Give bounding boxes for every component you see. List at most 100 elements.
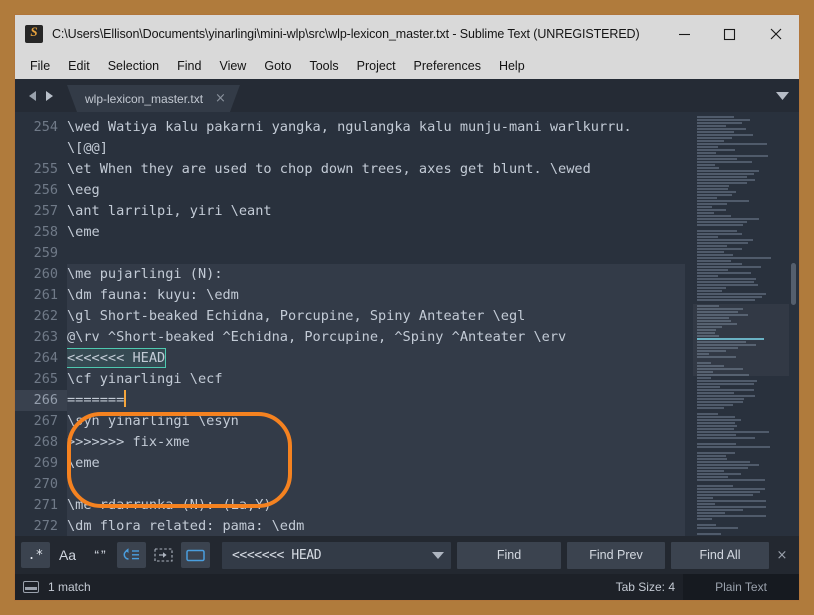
tab-bar: wlp-lexicon_master.txt × [15, 79, 799, 112]
quote-icon: “ ” [94, 547, 105, 563]
find-input-container[interactable] [222, 541, 451, 569]
highlight-results-toggle[interactable] [181, 542, 210, 568]
minimize-button[interactable] [662, 15, 707, 53]
arrow-left-icon[interactable] [28, 90, 39, 102]
syntax-label[interactable]: Plain Text [683, 574, 799, 600]
in-selection-toggle[interactable] [149, 542, 178, 568]
tab-label: wlp-lexicon_master.txt [85, 91, 204, 106]
minimap-line [697, 452, 736, 454]
menu-item-find[interactable]: Find [168, 57, 210, 76]
minimap[interactable] [693, 112, 789, 536]
minimap-line [697, 518, 712, 520]
close-find-bar-icon[interactable]: × [771, 548, 793, 563]
maximize-button[interactable] [707, 15, 752, 53]
minimap-line [697, 419, 742, 421]
title-bar: C:\Users\Ellison\Documents\yinarlingi\mi… [15, 15, 799, 53]
case-icon: Aa [58, 547, 77, 563]
find-input[interactable] [222, 547, 425, 563]
minimap-line [697, 242, 749, 244]
whole-word-toggle[interactable]: “ ” [85, 542, 114, 568]
minimap-line [697, 443, 736, 445]
menu-item-edit[interactable]: Edit [59, 57, 99, 76]
minimap-line [697, 431, 770, 433]
minimap-line [697, 155, 769, 157]
menu-item-view[interactable]: View [210, 57, 255, 76]
minimap-line [697, 137, 732, 139]
code-content[interactable]: \wed Watiya kalu pakarni yangka, ngulang… [67, 112, 799, 536]
menu-item-selection[interactable]: Selection [99, 57, 168, 76]
find-prev-button[interactable]: Find Prev [567, 541, 665, 569]
menu-item-tools[interactable]: Tools [300, 57, 347, 76]
tab-close-icon[interactable]: × [215, 92, 226, 105]
minimap-line [697, 437, 755, 439]
minimap-line [697, 458, 728, 460]
code-line: \me rdarrunka (N): (La,Y) [67, 497, 272, 513]
find-history-chevron-down-icon[interactable] [425, 542, 451, 569]
minimap-line [697, 362, 712, 364]
minimap-line [697, 170, 760, 172]
minimap-line [697, 500, 767, 502]
minimap-line [697, 512, 725, 514]
line-number: 267 [33, 413, 58, 429]
minimap-line [697, 134, 753, 136]
menu-item-goto[interactable]: Goto [255, 57, 300, 76]
minimap-line [697, 149, 736, 151]
line-number: 265 [33, 371, 58, 387]
line-number: 270 [33, 476, 58, 492]
editor-area[interactable]: 254 255 256 257 258 259 260 261 262 263 … [15, 112, 799, 536]
menu-item-file[interactable]: File [21, 57, 59, 76]
minimap-line [697, 422, 735, 424]
status-bar: 1 match Tab Size: 4 Plain Text [15, 574, 799, 600]
chevron-down-icon[interactable] [776, 87, 789, 105]
minimap-line [697, 380, 757, 382]
minimap-line [697, 338, 765, 340]
minimap-line [697, 326, 722, 328]
panel-icon[interactable] [23, 581, 39, 593]
minimap-line [697, 293, 767, 295]
regex-toggle[interactable]: .* [21, 542, 50, 568]
minimap-line [697, 533, 721, 535]
code-line: \ant larrilpi, yiri \eant [67, 203, 272, 219]
wrap-toggle[interactable] [117, 542, 146, 568]
arrow-right-icon[interactable] [43, 90, 54, 102]
minimap-line [697, 245, 727, 247]
minimap-line [697, 206, 712, 208]
scrollbar-thumb[interactable] [791, 263, 796, 305]
minimap-line [697, 272, 751, 274]
minimap-line [697, 158, 737, 160]
minimap-line [697, 128, 747, 130]
minimap-line [697, 308, 743, 310]
minimap-line [697, 383, 754, 385]
minimap-line [697, 506, 766, 508]
tab-size-label[interactable]: Tab Size: 4 [616, 580, 675, 594]
minimap-line [697, 278, 756, 280]
code-line: \wed Watiya kalu pakarni yangka, ngulang… [67, 119, 632, 135]
menu-item-preferences[interactable]: Preferences [405, 57, 490, 76]
minimap-line [697, 503, 716, 505]
tab-wlp-lexicon-master[interactable]: wlp-lexicon_master.txt × [67, 85, 240, 112]
menu-item-project[interactable]: Project [348, 57, 405, 76]
window-controls [662, 15, 799, 53]
line-number: 260 [33, 266, 58, 282]
minimap-line [697, 194, 733, 196]
menu-item-help[interactable]: Help [490, 57, 534, 76]
minimap-line [697, 491, 761, 493]
line-number: 254 [33, 119, 58, 135]
minimap-line [697, 164, 716, 166]
minimap-line [697, 428, 734, 430]
window-title: C:\Users\Ellison\Documents\yinarlingi\mi… [52, 27, 640, 41]
minimap-line [697, 515, 766, 517]
sublime-text-icon [25, 24, 43, 43]
minimap-line [697, 386, 721, 388]
vertical-scrollbar[interactable] [790, 112, 797, 536]
case-sensitive-toggle[interactable]: Aa [53, 542, 82, 568]
find-button[interactable]: Find [457, 541, 561, 569]
minimap-line [697, 488, 765, 490]
minimap-line [697, 404, 733, 406]
minimap-line [697, 368, 744, 370]
minimap-line [697, 476, 729, 478]
minimap-line [697, 305, 720, 307]
find-all-button[interactable]: Find All [671, 541, 769, 569]
close-button[interactable] [752, 15, 799, 53]
